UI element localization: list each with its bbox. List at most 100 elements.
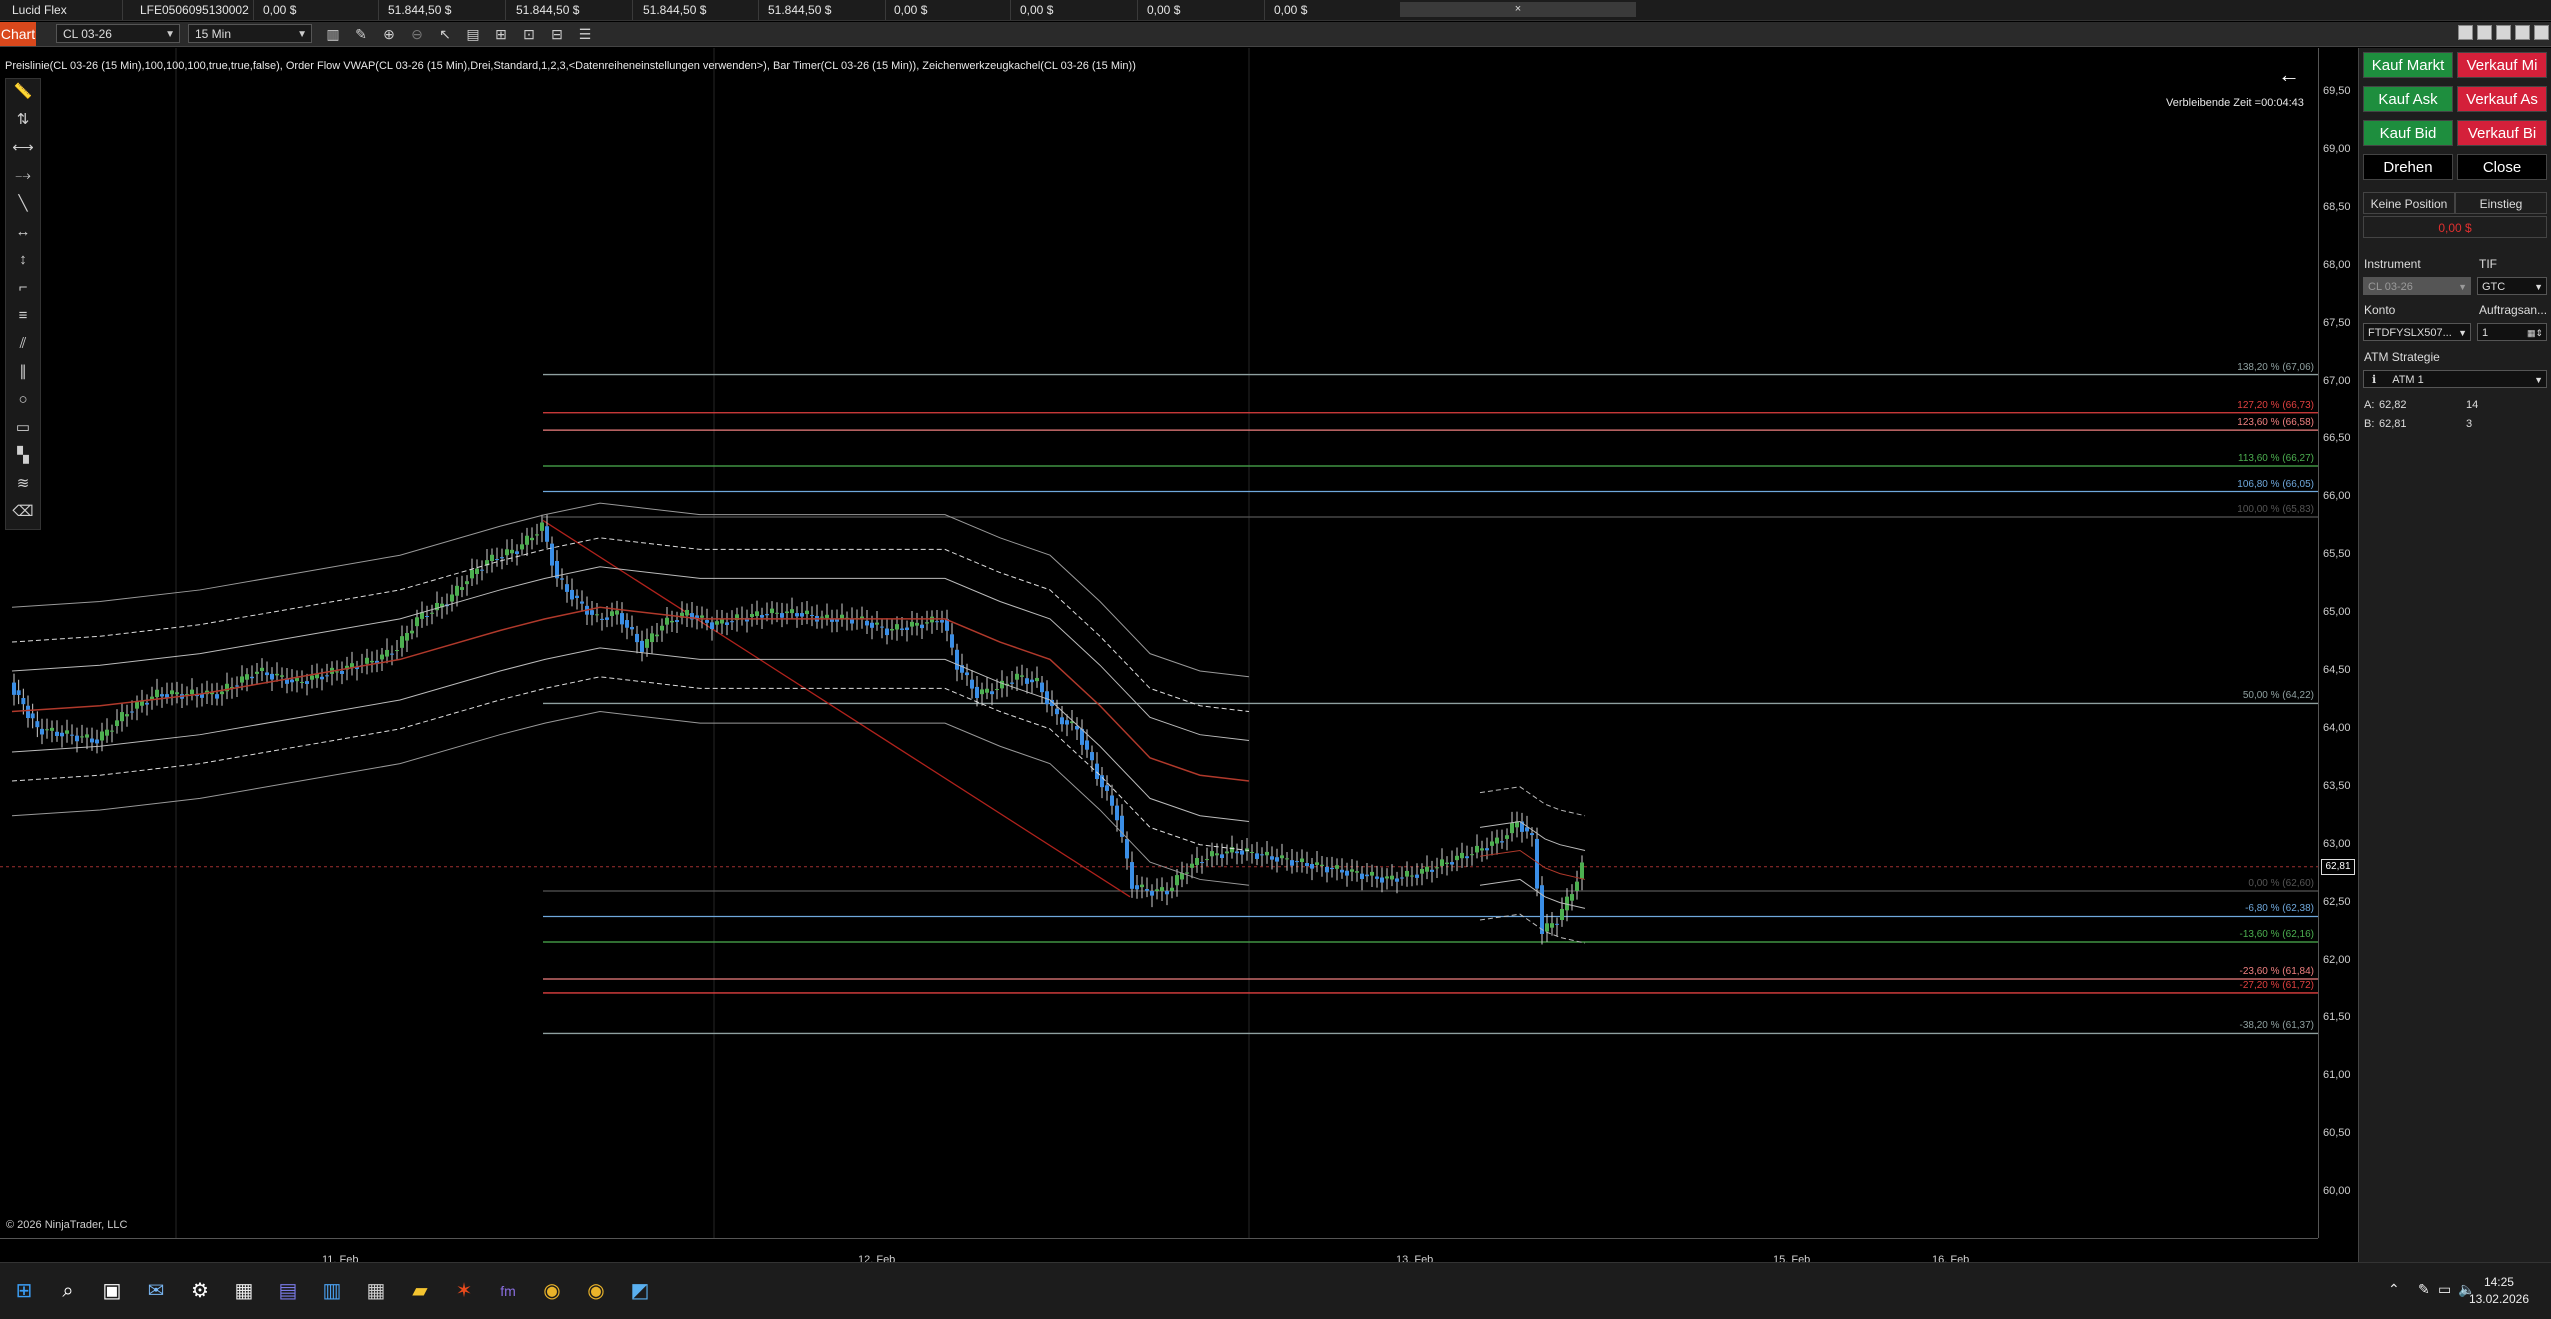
template-icon[interactable]: ▤ <box>464 25 482 43</box>
fib-level-label: -6,80 % (62,38) <box>2245 903 2314 915</box>
buy-market-button[interactable]: Kauf Markt <box>2363 52 2453 78</box>
fib-level-label: 100,00 % (65,83) <box>2237 503 2314 515</box>
candle-body <box>1545 923 1549 932</box>
notepad-icon[interactable]: ▥ <box>318 1277 346 1305</box>
candle-body <box>780 613 784 618</box>
price-label: 64,00 <box>2323 721 2351 734</box>
cursor-icon[interactable]: ↖ <box>436 25 454 43</box>
chrome-profile-icon[interactable]: ◉ <box>582 1277 610 1305</box>
price-label: 63,00 <box>2323 837 2351 850</box>
close-icon[interactable]: × <box>1515 3 1521 15</box>
minimize-button[interactable] <box>2496 25 2511 40</box>
stepper-icon[interactable]: ▦⇕ <box>2527 324 2543 342</box>
close-position-button[interactable]: Close <box>2457 154 2547 180</box>
candle-body <box>1090 752 1094 761</box>
search-icon[interactable]: ⌕ <box>54 1277 82 1305</box>
candle-body <box>495 559 499 561</box>
candle-body <box>465 581 469 585</box>
folder-icon[interactable]: ▰ <box>406 1277 434 1305</box>
tab-chart[interactable]: Chart <box>0 22 36 46</box>
time-axis[interactable]: 11. Feb 12. Feb 13. Feb 15. Feb 16. Feb <box>0 1238 2318 1266</box>
candle-body <box>130 711 134 713</box>
candle-body <box>26 705 30 719</box>
channel-icon[interactable]: ⫽ <box>6 333 40 355</box>
chart-plot-area[interactable] <box>0 48 2318 1238</box>
info-icon[interactable]: ℹ <box>2368 374 2392 386</box>
bar-type-icon[interactable]: ▥ <box>324 25 342 43</box>
atm-strategy-select[interactable]: ℹ ATM 1 ▼ <box>2363 370 2547 388</box>
candle-body <box>1295 861 1299 863</box>
zoom-in-icon[interactable]: ⊕ <box>380 25 398 43</box>
window-layout-button[interactable] <box>2477 25 2492 40</box>
instrument-selector[interactable]: CL 03-26 ▼ <box>56 24 180 43</box>
instrument-value: CL 03-26 <box>63 27 112 41</box>
parallel-icon[interactable]: ∥ <box>6 361 40 383</box>
close-window-button[interactable] <box>2534 25 2549 40</box>
ninjatrader-icon[interactable]: ✶ <box>450 1277 478 1305</box>
tif-select[interactable]: GTC ▼ <box>2477 277 2547 295</box>
network-icon[interactable]: ▭ <box>2438 1281 2451 1298</box>
indicators-icon[interactable]: ⊡ <box>520 25 538 43</box>
ray-icon[interactable]: ⤍ <box>6 165 40 187</box>
interval-value: 15 Min <box>195 27 232 41</box>
eraser-icon[interactable]: ⌫ <box>6 501 40 523</box>
live-app-icon[interactable]: ▤ <box>274 1277 302 1305</box>
arrow-line-icon[interactable]: ⌐ <box>6 277 40 299</box>
ticker-box[interactable]: × <box>1400 2 1636 17</box>
instrument-field[interactable]: CL 03-26 ▼ <box>2363 277 2471 295</box>
calculator-icon[interactable]: ▦ <box>362 1277 390 1305</box>
mail-icon[interactable]: ✉ <box>142 1277 170 1305</box>
price-label: 65,00 <box>2323 606 2351 619</box>
data-series-icon[interactable]: ⊞ <box>492 25 510 43</box>
buy-ask-button[interactable]: Kauf Ask <box>2363 86 2453 112</box>
ruler-icon[interactable]: 📏 <box>6 81 40 103</box>
risk-reward-icon[interactable]: ⇅ <box>6 109 40 131</box>
account-id[interactable]: LFE0506095130002 <box>140 3 249 17</box>
sell-market-button[interactable]: Verkauf Mi <box>2457 52 2547 78</box>
quantity-stepper[interactable]: 1 ▦⇕ <box>2477 323 2547 341</box>
ellipse-icon[interactable]: ○ <box>6 389 40 411</box>
calendar-icon[interactable]: ▦ <box>230 1277 258 1305</box>
chrome-icon[interactable]: ◉ <box>538 1277 566 1305</box>
maximize-button[interactable] <box>2515 25 2530 40</box>
candle-body <box>1400 877 1404 879</box>
strategies-icon[interactable]: ⊟ <box>548 25 566 43</box>
properties-icon[interactable]: ☰ <box>576 25 594 43</box>
account-select[interactable]: FTDFYSLX507... ▼ <box>2363 323 2471 341</box>
buy-bid-button[interactable]: Kauf Bid <box>2363 120 2453 146</box>
candle-body <box>610 611 614 616</box>
system-clock[interactable]: 14:25 13.02.2026 <box>2469 1274 2529 1308</box>
draw-tool-icon[interactable]: ✎ <box>352 25 370 43</box>
gann-fan-icon[interactable]: ≋ <box>6 473 40 495</box>
candle-body <box>310 675 314 680</box>
pen-icon[interactable]: ✎ <box>2418 1281 2430 1298</box>
candle-body <box>625 620 629 628</box>
rectangle-icon[interactable]: ▭ <box>6 417 40 439</box>
account-group[interactable]: Lucid Flex <box>12 3 67 17</box>
price-label: 66,00 <box>2323 490 2351 503</box>
price-axis[interactable]: 69,50 69,00 68,50 68,00 67,50 67,00 66,50 66,00… <box>2318 48 2359 1238</box>
price-chart[interactable] <box>0 48 2318 1238</box>
sell-bid-button[interactable]: Verkauf Bi <box>2457 120 2547 146</box>
back-arrow-icon[interactable]: ← <box>2278 62 2300 88</box>
windows-start-icon[interactable]: ⊞ <box>10 1277 38 1305</box>
fibonacci-icon[interactable]: ≡ <box>6 305 40 327</box>
region-icon[interactable]: ▚ <box>6 445 40 467</box>
zoom-out-icon[interactable]: ⊖ <box>408 25 426 43</box>
vertical-line-icon[interactable]: ↕ <box>6 249 40 271</box>
horizontal-line-icon[interactable]: ↔ <box>6 221 40 243</box>
paint-icon[interactable]: ◩ <box>626 1277 654 1305</box>
candle-body <box>975 686 979 699</box>
settings-gear-icon[interactable]: ⚙ <box>186 1277 214 1305</box>
window-pin-button[interactable] <box>2458 25 2473 40</box>
trend-line-icon[interactable]: ╲ <box>6 193 40 215</box>
fm-app-icon[interactable]: fm <box>494 1277 522 1305</box>
chevron-up-icon[interactable]: ⌃ <box>2388 1281 2400 1298</box>
interval-selector[interactable]: 15 Min ▼ <box>188 24 312 43</box>
sell-ask-button[interactable]: Verkauf As <box>2457 86 2547 112</box>
reverse-button[interactable]: Drehen <box>2363 154 2453 180</box>
task-view-icon[interactable]: ▣ <box>98 1277 126 1305</box>
line-icon[interactable]: ⟷ <box>6 137 40 159</box>
candle-body <box>1205 859 1209 861</box>
candle-body <box>1325 866 1329 873</box>
